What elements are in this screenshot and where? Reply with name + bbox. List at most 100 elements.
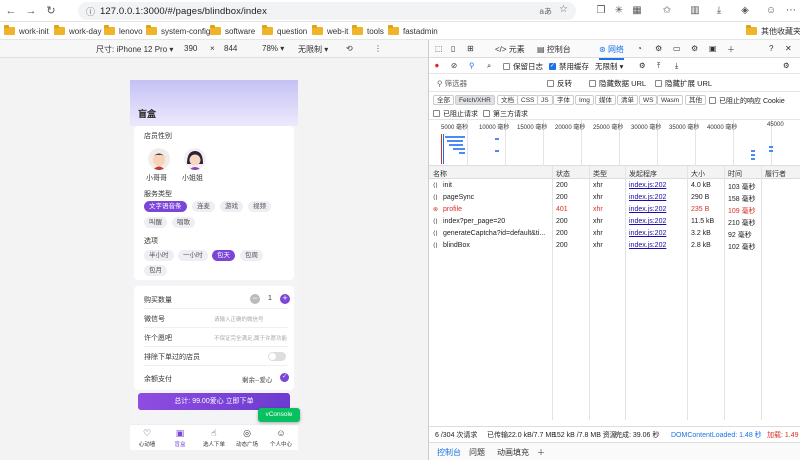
cell-initiator[interactable]: index.js:202 bbox=[629, 242, 666, 249]
info-icon[interactable]: ⓘ bbox=[86, 5, 95, 18]
help-icon[interactable]: ? bbox=[769, 44, 773, 53]
translate-icon[interactable]: aあ bbox=[540, 6, 552, 17]
performance-icon[interactable]: ◔ bbox=[637, 44, 642, 53]
filter-icon[interactable]: ⚲ bbox=[469, 61, 475, 70]
reload-icon[interactable]: ↻ bbox=[44, 4, 58, 18]
bookmark-folder[interactable]: work-day bbox=[54, 25, 101, 37]
disable-cache-checkbox[interactable]: 禁用缓存 bbox=[549, 61, 589, 72]
inspect-icon[interactable]: ⬚ bbox=[435, 44, 443, 53]
url-field[interactable]: ⓘ 127.0.0.1:3000/#/pages/blindbox/index … bbox=[78, 2, 576, 20]
cell-initiator[interactable]: index.js:202 bbox=[629, 230, 666, 237]
download-icon[interactable]: ⤓ bbox=[712, 4, 726, 18]
option-chip[interactable]: 半小时 bbox=[144, 250, 174, 261]
wechat-row[interactable]: 微信号 请输入正确的微信号 bbox=[144, 312, 288, 326]
bookmark-folder[interactable]: system-config bbox=[146, 25, 210, 37]
option-chip[interactable]: 一小时 bbox=[178, 250, 208, 261]
service-chip[interactable]: 游戏 bbox=[220, 201, 243, 212]
bookmark-folder[interactable]: lenovo bbox=[104, 25, 143, 37]
hide-data-urls-checkbox[interactable]: 隐藏数据 URL bbox=[589, 78, 646, 89]
option-chip[interactable]: 包月 bbox=[144, 265, 167, 276]
reader-mode-icon[interactable]: ❒ bbox=[594, 4, 608, 18]
extension-icon[interactable]: ✳ bbox=[612, 4, 626, 18]
preserve-log-checkbox[interactable]: 保留日志 bbox=[503, 61, 543, 72]
bookmark-folder[interactable]: tools bbox=[352, 25, 384, 37]
service-chip[interactable]: 文字语音条 bbox=[144, 201, 187, 212]
bookmark-folder[interactable]: question bbox=[262, 25, 307, 37]
service-chip[interactable]: 连麦 bbox=[192, 201, 215, 212]
column-header[interactable]: 状态 bbox=[556, 169, 570, 179]
tab-feed[interactable]: ◎ 动态广场 bbox=[230, 428, 264, 448]
settings-icon[interactable]: ⚙ bbox=[691, 44, 698, 53]
forward-icon[interactable]: → bbox=[24, 4, 38, 18]
cell-initiator[interactable]: index.js:202 bbox=[629, 218, 666, 225]
table-row[interactable]: ⟨⟩ generateCaptcha?id=default&ti... 200 xhr… bbox=[429, 228, 800, 240]
blocked-requests-checkbox[interactable]: 已阻止请求 bbox=[433, 109, 478, 119]
type-other[interactable]: 其他 bbox=[685, 95, 706, 105]
table-row[interactable]: ⊗ profile 401 xhr index.js:202 235 B 109 毫秒 bbox=[429, 204, 800, 216]
service-chip[interactable]: 唱歌 bbox=[172, 217, 195, 228]
check-icon[interactable]: ✓ bbox=[280, 373, 289, 382]
type-font[interactable]: 字体 bbox=[553, 95, 574, 105]
invert-checkbox[interactable]: 反转 bbox=[547, 78, 572, 89]
type-ws[interactable]: WS bbox=[639, 95, 658, 105]
drawer-tab-console[interactable]: 控制台 bbox=[437, 447, 461, 458]
type-js[interactable]: JS bbox=[537, 95, 553, 105]
wechat-input[interactable]: 请输入正确的微信号 bbox=[214, 315, 264, 323]
tab-heart-wall[interactable]: ♡ 心动墙 bbox=[130, 428, 164, 448]
service-chip[interactable]: 叫醒 bbox=[144, 217, 167, 228]
network-settings-icon[interactable]: ⚙ bbox=[783, 61, 790, 70]
tab-elements[interactable]: </> 元素 bbox=[495, 44, 525, 55]
column-header[interactable]: 名称 bbox=[433, 169, 447, 179]
device-toggle-icon[interactable]: ▯ bbox=[451, 44, 455, 53]
tab-profile[interactable]: ☺ 个人中心 bbox=[264, 428, 298, 448]
type-doc[interactable]: 文档 bbox=[497, 95, 518, 105]
male-avatar[interactable] bbox=[148, 148, 170, 170]
type-css[interactable]: CSS bbox=[517, 95, 539, 105]
quantity-plus-button[interactable]: + bbox=[280, 294, 290, 304]
quantity-minus-button[interactable]: − bbox=[250, 294, 260, 304]
network-conditions-icon[interactable]: ⚙ bbox=[639, 61, 646, 70]
search-icon[interactable]: ⌕ bbox=[487, 61, 491, 71]
note-row[interactable]: 许个愿吧 不保证完全满足,属于许愿功能 bbox=[144, 331, 288, 345]
record-icon[interactable]: ⏺ bbox=[435, 61, 439, 71]
bookmark-folder[interactable]: fastadmin bbox=[388, 25, 438, 37]
type-fetch-xhr[interactable]: Fetch/XHR bbox=[455, 95, 495, 105]
split-screen-icon[interactable]: ▥ bbox=[688, 4, 702, 18]
download-icon[interactable]: ⤓ bbox=[675, 61, 678, 71]
add-drawer-tab-icon[interactable]: ＋ bbox=[537, 447, 545, 458]
zoom-select[interactable]: 78% ▾ bbox=[262, 44, 284, 53]
filter-input[interactable]: ⚲ 筛选器 bbox=[437, 78, 467, 89]
network-overview-timeline[interactable]: 5000 毫秒 10000 毫秒 15000 毫秒 20000 毫秒 25000… bbox=[429, 120, 800, 166]
bookmark-folder[interactable]: work-init bbox=[4, 25, 49, 37]
table-row[interactable]: ⟨⟩ index?per_page=20 200 xhr index.js:202 11.… bbox=[429, 216, 800, 228]
cell-initiator[interactable]: index.js:202 bbox=[629, 206, 666, 213]
profile-icon[interactable]: ☺ bbox=[764, 4, 778, 18]
vconsole-button[interactable]: vConsole bbox=[258, 408, 300, 422]
blocked-cookies-checkbox[interactable]: 已阻止的响应 Cookie bbox=[709, 96, 785, 106]
note-input[interactable]: 不保证完全满足,属于许愿功能 bbox=[214, 334, 287, 342]
table-row[interactable]: ⟨⟩ pageSync 200 xhr index.js:202 290 B 158 毫秒 bbox=[429, 192, 800, 204]
close-icon[interactable]: ✕ bbox=[785, 44, 792, 53]
viewport-width[interactable]: 390 bbox=[184, 44, 197, 53]
bookmark-folder[interactable]: web-it bbox=[312, 25, 348, 37]
column-header[interactable]: 类型 bbox=[593, 169, 607, 179]
column-header[interactable]: 时间 bbox=[728, 169, 742, 179]
exclude-toggle[interactable] bbox=[268, 352, 286, 361]
tab-more-icon[interactable]: ⊞ bbox=[467, 44, 474, 53]
rotate-icon[interactable]: ⟲ bbox=[346, 44, 353, 53]
column-header[interactable]: 发起程序 bbox=[629, 169, 657, 179]
female-avatar[interactable] bbox=[184, 148, 206, 170]
copilot-icon[interactable]: ◈ bbox=[738, 4, 752, 18]
type-manifest[interactable]: 清单 bbox=[617, 95, 638, 105]
other-bookmarks[interactable]: 其他收藏夹 bbox=[746, 25, 800, 37]
application-icon[interactable]: ▭ bbox=[673, 44, 681, 53]
menu-icon[interactable]: ⋯ bbox=[784, 4, 798, 18]
sources-icon[interactable]: ⚙ bbox=[655, 44, 662, 53]
tab-pick-order[interactable]: ☝ 选人下单 bbox=[197, 428, 231, 448]
cell-initiator[interactable]: index.js:202 bbox=[629, 182, 666, 189]
bookmark-folder[interactable]: software bbox=[210, 25, 255, 37]
throttle-select[interactable]: 无限制 ▾ bbox=[595, 61, 623, 72]
third-party-checkbox[interactable]: 第三方请求 bbox=[483, 109, 528, 119]
collections-icon[interactable]: ▦ bbox=[630, 4, 644, 18]
table-row[interactable]: ⟨⟩ init 200 xhr index.js:202 4.0 kB 103 毫秒 bbox=[429, 180, 800, 192]
